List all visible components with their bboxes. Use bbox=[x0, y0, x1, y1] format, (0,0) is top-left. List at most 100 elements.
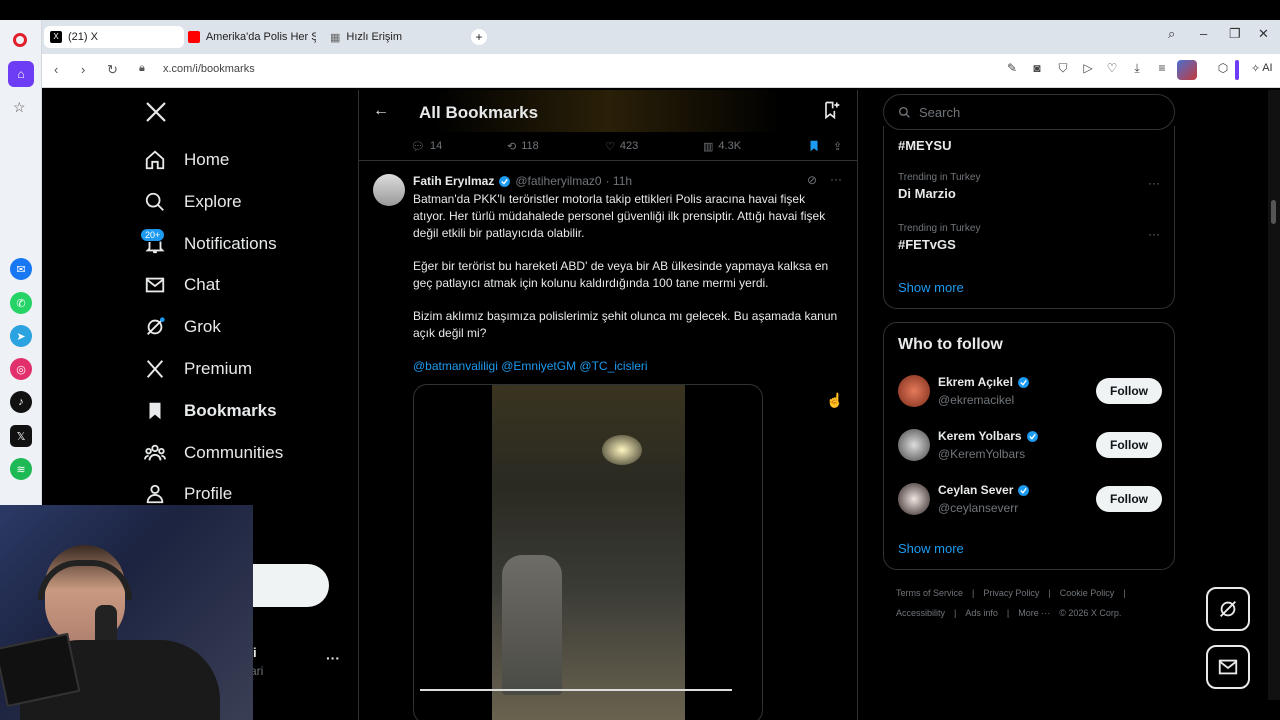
lock-icon: 🔒︎ bbox=[139, 62, 145, 74]
share-button[interactable]: ⇪ bbox=[833, 140, 842, 153]
instagram-icon[interactable]: ◎ bbox=[10, 358, 32, 380]
nav-grok[interactable]: Grok bbox=[144, 316, 221, 338]
reply-icon: 💬︎ bbox=[411, 140, 425, 153]
download-icon[interactable]: ⤓ bbox=[1130, 61, 1144, 75]
edit-icon[interactable]: ✎ bbox=[1005, 61, 1019, 75]
whatsapp-icon[interactable]: ✆ bbox=[10, 292, 32, 314]
trend-item-3[interactable]: Trending in Turkey #FETvGS bbox=[898, 223, 1160, 252]
spotify-icon[interactable]: ≋ bbox=[10, 458, 32, 480]
trends-show-more-link[interactable]: Show more bbox=[898, 280, 964, 295]
opera-logo-icon[interactable] bbox=[13, 33, 27, 47]
tiktok-icon[interactable]: ♪ bbox=[10, 391, 32, 413]
avatar[interactable] bbox=[898, 483, 930, 515]
account-more-button[interactable]: ··· bbox=[326, 650, 340, 666]
tweet-paragraph-3: Bizim aklımız başımıza polislerimiz şehi… bbox=[413, 309, 838, 340]
new-tab-button[interactable]: + bbox=[471, 29, 487, 45]
tab-youtube[interactable]: Amerika'da Polis Her Şeyi bbox=[182, 26, 322, 48]
nav-premium[interactable]: Premium bbox=[144, 358, 252, 380]
follow-button[interactable]: Follow bbox=[1096, 486, 1162, 512]
follow-suggestion[interactable]: Ceylan Sever @ceylanseverr Follow bbox=[898, 483, 1162, 523]
minimize-button[interactable]: – bbox=[1200, 26, 1207, 41]
sparkle-icon: ✧ bbox=[1251, 63, 1261, 75]
follow-button[interactable]: Follow bbox=[1096, 378, 1162, 404]
bookmark-button[interactable] bbox=[807, 139, 833, 153]
more-link[interactable]: More ··· bbox=[1018, 608, 1050, 618]
maximize-button[interactable]: ❐ bbox=[1229, 26, 1241, 42]
nav-communities-label: Communities bbox=[184, 443, 284, 462]
close-window-button[interactable]: ✕ bbox=[1258, 26, 1269, 42]
post-button[interactable] bbox=[253, 564, 329, 607]
trend-more-icon[interactable]: ··· bbox=[1148, 227, 1160, 241]
back-icon[interactable]: ‹ bbox=[54, 62, 58, 77]
ads-info-link[interactable]: Ads info bbox=[965, 608, 998, 618]
nav-home[interactable]: Home bbox=[144, 149, 229, 171]
trend-item-1[interactable]: #MEYSU bbox=[898, 135, 1160, 153]
tab-x[interactable]: X (21) X bbox=[44, 26, 184, 48]
tweet-author-name[interactable]: Fatih Eryılmaz bbox=[413, 174, 494, 188]
telegram-icon[interactable]: ➤ bbox=[10, 325, 32, 347]
x-app-icon[interactable]: 𝕏 bbox=[10, 425, 32, 447]
scrollbar-thumb[interactable] bbox=[1271, 200, 1276, 224]
follow-suggestion[interactable]: Ekrem Açıkel @ekremacikel Follow bbox=[898, 375, 1162, 415]
like-button[interactable]: ♡ 423 bbox=[605, 140, 703, 153]
trend-item-2[interactable]: Trending in Turkey Di Marzio bbox=[898, 172, 1160, 201]
views-button[interactable]: ▥ 4.3K bbox=[703, 140, 807, 153]
tab-search-icon[interactable]: ⌕ bbox=[1168, 26, 1175, 42]
reply-button[interactable]: 💬︎ 14 bbox=[411, 140, 507, 153]
follow-suggestion[interactable]: Kerem Yolbars @KeremYolbars Follow bbox=[898, 429, 1162, 469]
notification-badge: 20+ bbox=[140, 228, 166, 242]
privacy-link[interactable]: Privacy Policy bbox=[983, 588, 1039, 598]
terms-link[interactable]: Terms of Service bbox=[896, 588, 963, 598]
camera-icon[interactable]: ◙ bbox=[1030, 61, 1044, 75]
video-progress-bar[interactable] bbox=[420, 689, 732, 691]
tab-speed-dial[interactable]: ▦ Hızlı Erişim bbox=[324, 26, 464, 48]
tweet-mentions[interactable]: @batmanvaliligi @EmniyetGM @TC_icisleri bbox=[413, 358, 841, 375]
avatar[interactable] bbox=[898, 429, 930, 461]
grok-fab-button[interactable] bbox=[1206, 587, 1250, 631]
repost-button[interactable]: ⟲ 118 bbox=[507, 140, 605, 153]
follow-button[interactable]: Follow bbox=[1096, 432, 1162, 458]
trend-more-icon[interactable]: ··· bbox=[1148, 176, 1160, 190]
reload-icon[interactable]: ↻ bbox=[107, 62, 118, 78]
heart-icon[interactable]: ♡ bbox=[1105, 61, 1119, 75]
play-icon[interactable]: ▷ bbox=[1081, 61, 1095, 75]
shield-icon[interactable]: ⛉ bbox=[1056, 61, 1070, 75]
cookie-link[interactable]: Cookie Policy bbox=[1060, 588, 1115, 598]
tweet-divider bbox=[359, 160, 857, 161]
street-light bbox=[602, 435, 642, 465]
webcam-overlay bbox=[0, 505, 253, 720]
tweet-video[interactable] bbox=[413, 384, 763, 720]
suggestion-name-text: Ceylan Sever bbox=[938, 483, 1014, 497]
tweet-text: Batman'da PKK'lı teröristler motorla tak… bbox=[413, 191, 841, 391]
workspace-home-icon[interactable]: ⌂ bbox=[8, 61, 34, 87]
page-scrollbar[interactable] bbox=[1268, 90, 1280, 700]
tweet-more-icon[interactable]: ··· bbox=[830, 172, 842, 186]
accessibility-link[interactable]: Accessibility bbox=[896, 608, 945, 618]
forward-icon[interactable]: › bbox=[81, 62, 85, 77]
nav-profile[interactable]: Profile bbox=[144, 483, 232, 505]
tweet-author-handle[interactable]: @fatiheryilmaz0 bbox=[515, 174, 601, 188]
search-box[interactable]: Search bbox=[883, 94, 1175, 130]
nav-communities[interactable]: Communities bbox=[144, 442, 283, 464]
x-logo-icon[interactable] bbox=[144, 100, 170, 126]
nav-explore[interactable]: Explore bbox=[144, 191, 242, 213]
ai-button[interactable]: ✧ AI bbox=[1251, 62, 1273, 75]
star-icon[interactable]: ☆ bbox=[13, 99, 26, 116]
menu-icon[interactable]: ≡ bbox=[1155, 61, 1169, 75]
add-folder-icon[interactable] bbox=[821, 100, 841, 125]
back-arrow-icon[interactable]: ← bbox=[373, 102, 389, 120]
nav-chat[interactable]: Chat bbox=[144, 274, 220, 296]
nav-bookmarks[interactable]: Bookmarks bbox=[144, 400, 277, 422]
avatar[interactable] bbox=[898, 375, 930, 407]
tweet-time[interactable]: · 11h bbox=[606, 174, 632, 188]
avatar[interactable] bbox=[373, 174, 405, 206]
url-field[interactable]: x.com/i/bookmarks bbox=[163, 63, 255, 75]
grok-tweet-icon[interactable]: ⊘ bbox=[807, 173, 817, 187]
messenger-icon[interactable]: ✉ bbox=[10, 258, 32, 280]
video-frame[interactable] bbox=[492, 385, 685, 720]
mail-icon bbox=[145, 277, 165, 293]
profile-avatar[interactable] bbox=[1177, 60, 1197, 80]
messages-fab-button[interactable] bbox=[1206, 645, 1250, 689]
wtf-show-more-link[interactable]: Show more bbox=[898, 541, 964, 556]
cube-icon[interactable]: ⬡ bbox=[1216, 61, 1230, 75]
